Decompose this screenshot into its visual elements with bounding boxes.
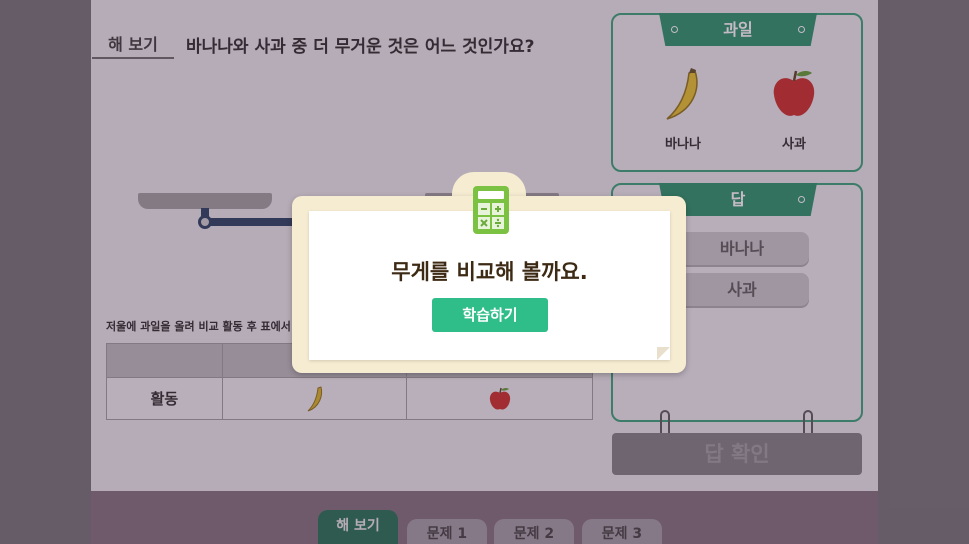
modal-title: 무게를 비교해 볼까요. (391, 260, 588, 284)
calculator-icon (473, 186, 509, 234)
start-learning-button[interactable]: 학습하기 (432, 298, 548, 332)
